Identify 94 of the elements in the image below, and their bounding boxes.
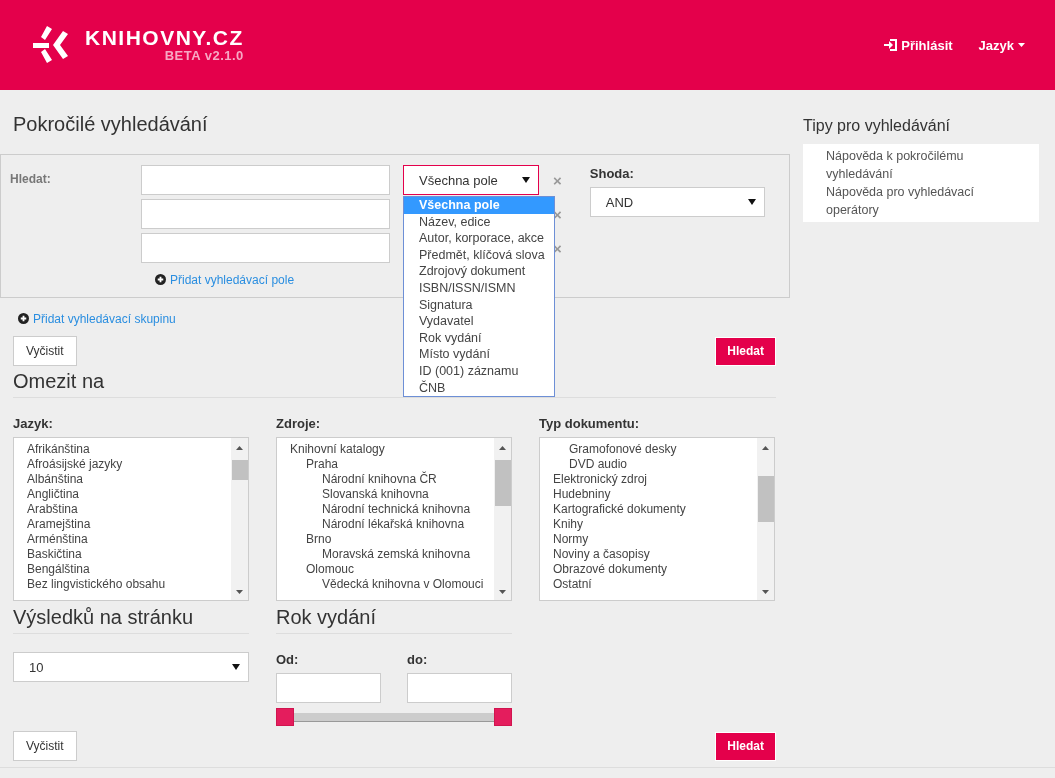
dropdown-option[interactable]: Autor, korporace, akce xyxy=(404,230,554,247)
caret-icon xyxy=(522,177,530,183)
plus-circle-icon xyxy=(155,274,166,285)
list-box[interactable]: Afrikánština Afroásijské jazyky Albánština Angličtina Arabština Aramejština Arménština Baskičtina Bengálština Bez lingvistického obsahu xyxy=(13,437,249,601)
section-heading: Výsledků na stránku xyxy=(13,605,249,634)
list-option[interactable]: Ostatní xyxy=(540,577,757,592)
list-option[interactable]: Aramejština xyxy=(14,517,231,532)
list-option[interactable]: Arménština xyxy=(14,532,231,547)
from-label: Od: xyxy=(276,652,300,667)
dropdown-option[interactable]: Rok vydání xyxy=(404,329,554,347)
login-link[interactable]: Přihlásit xyxy=(884,37,953,53)
scrollbar[interactable] xyxy=(757,438,774,600)
list-option[interactable]: Bengálština xyxy=(14,562,231,577)
list-option[interactable]: Praha xyxy=(277,457,494,472)
list-option[interactable]: Angličtina xyxy=(14,487,231,502)
scroll-down-icon[interactable] xyxy=(499,590,506,594)
list-option[interactable]: Noviny a časopisy xyxy=(540,547,757,562)
caret-icon xyxy=(747,199,756,205)
scroll-up-icon[interactable] xyxy=(499,446,506,450)
slider-handle[interactable] xyxy=(494,708,512,726)
list-option[interactable]: Brno xyxy=(277,532,494,547)
caret-icon xyxy=(1018,43,1025,47)
list-option[interactable]: Afroásijské jazyky xyxy=(14,457,231,472)
dropdown-option[interactable]: Místo vydání xyxy=(404,346,554,363)
slider-handle[interactable] xyxy=(276,708,294,726)
dropdown-option[interactable]: ČNB xyxy=(404,379,554,397)
match-select[interactable]: AND xyxy=(589,187,765,217)
scroll-up-icon[interactable] xyxy=(762,446,769,450)
language-menu[interactable]: Jazyk xyxy=(978,37,1025,53)
list-option[interactable]: Slovanská knihovna xyxy=(277,487,494,502)
section-heading: Rok vydání xyxy=(276,605,512,634)
to-input[interactable] xyxy=(407,673,512,703)
list-option[interactable]: Hudebniny xyxy=(540,487,757,502)
dropdown-option[interactable]: Vydavatel xyxy=(404,313,554,330)
list-option[interactable]: Moravská zemská knihovna xyxy=(277,547,494,562)
search-input[interactable] xyxy=(141,165,390,195)
caret-icon xyxy=(232,664,240,670)
list-option[interactable]: Vědecká knihovna v Olomouci xyxy=(277,577,494,592)
list-option[interactable]: Normy xyxy=(540,532,757,547)
scrollbar-thumb[interactable] xyxy=(495,460,511,506)
search-button[interactable]: Hledat xyxy=(715,336,776,366)
list-box[interactable]: Gramofonové desky DVD audio Elektronický zdroj Hudebniny Kartografické dokumenty Knihy Normy Noviny a časopisy Obrazové dokumenty Ostatní xyxy=(539,437,775,601)
dropdown-option[interactable]: Signatura xyxy=(404,296,554,314)
list-option[interactable]: Národní technická knihovna xyxy=(277,502,494,517)
scrollbar-thumb[interactable] xyxy=(232,460,248,480)
list-option[interactable]: Olomouc xyxy=(277,562,494,577)
list-option[interactable]: Knihy xyxy=(540,517,757,532)
list-option[interactable]: Afrikánština xyxy=(14,442,231,457)
clear-button[interactable]: Vyčistit xyxy=(13,336,77,366)
list-option[interactable]: Arabština xyxy=(14,502,231,517)
scroll-down-icon[interactable] xyxy=(762,590,769,594)
search-label: Hledat: xyxy=(10,171,52,185)
list-option[interactable]: Albánština xyxy=(14,472,231,487)
search-input[interactable] xyxy=(141,233,390,263)
help-link[interactable]: Nápověda k pokročilému vyhledávání xyxy=(826,147,979,183)
match-label: Shoda: xyxy=(589,166,635,181)
logo-text: KNIHOVNY.CZ xyxy=(85,27,244,49)
list-option[interactable]: Baskičtina xyxy=(14,547,231,562)
page-title: Pokročilé vyhledávání xyxy=(13,112,209,136)
dropdown-option[interactable]: Zdrojový dokument xyxy=(404,263,554,280)
list-label: Jazyk: xyxy=(13,416,54,431)
search-button[interactable]: Hledat xyxy=(715,731,776,761)
field-select[interactable]: Všechna pole xyxy=(403,165,539,195)
list-option[interactable]: Elektronický zdroj xyxy=(540,472,757,487)
sign-in-icon xyxy=(884,39,898,51)
list-option[interactable]: Národní lékařská knihovna xyxy=(277,517,494,532)
help-link[interactable]: Nápověda pro vyhledávací operátory xyxy=(826,183,979,219)
list-label: Typ dokumentu: xyxy=(539,416,641,431)
list-option[interactable]: Obrazové dokumenty xyxy=(540,562,757,577)
search-input[interactable] xyxy=(141,199,390,229)
per-page-select[interactable]: 10 xyxy=(13,652,249,682)
dropdown-option[interactable]: ISBN/ISSN/ISMN xyxy=(404,279,554,297)
dropdown-option[interactable]: Název, edice xyxy=(404,213,554,231)
list-option[interactable]: Národní knihovna ČR xyxy=(277,472,494,487)
version-label: BETA v2.1.0 xyxy=(164,49,244,63)
scroll-down-icon[interactable] xyxy=(236,590,243,594)
dropdown-option[interactable]: Předmět, klíčová slova xyxy=(404,246,554,264)
clear-button[interactable]: Vyčistit xyxy=(13,731,77,761)
dropdown-option[interactable]: ID (001) záznamu xyxy=(404,362,554,380)
from-input[interactable] xyxy=(276,673,381,703)
list-option[interactable]: Knihovní katalogy xyxy=(277,442,494,457)
tips-heading: Tipy pro vyhledávání xyxy=(803,116,952,136)
to-label: do: xyxy=(407,652,429,667)
scroll-up-icon[interactable] xyxy=(236,446,243,450)
scrollbar-thumb[interactable] xyxy=(758,476,774,522)
list-label: Zdroje: xyxy=(276,416,322,431)
list-option[interactable]: Bez lingvistického obsahu xyxy=(14,577,231,592)
list-option[interactable]: DVD audio xyxy=(540,457,757,472)
scrollbar[interactable] xyxy=(231,438,248,600)
list-option[interactable]: Kartografické dokumenty xyxy=(540,502,757,517)
scrollbar[interactable] xyxy=(494,438,511,600)
list-option[interactable]: Gramofonové desky xyxy=(540,442,757,457)
plus-circle-icon xyxy=(18,313,29,324)
list-box[interactable]: Knihovní katalogy Praha Národní knihovna ČR Slovanská knihovna Národní technická knihovna Národní lékařská knihovna Brno Moravská zemská knihovna Olomouc Vědecká knihovna v Olomouci xyxy=(276,437,512,601)
